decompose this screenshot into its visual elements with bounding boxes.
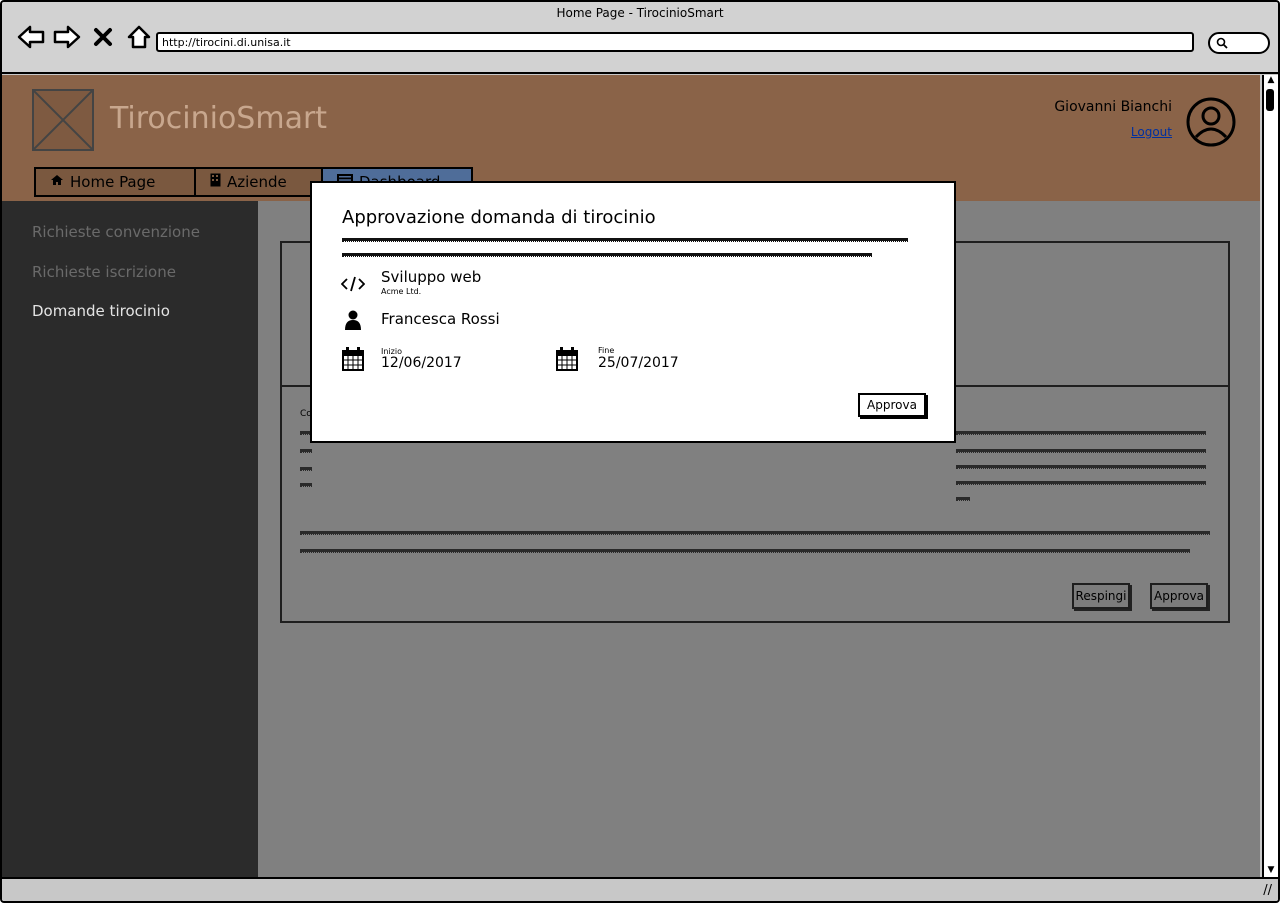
scroll-up-icon[interactable]: ▲ [1264, 75, 1278, 87]
calendar-icon [554, 346, 580, 372]
placeholder-text [300, 449, 312, 453]
placeholder-text [300, 467, 312, 471]
approve-button[interactable]: Approva [1150, 583, 1208, 609]
placeholder-text [956, 481, 1206, 485]
vertical-scrollbar[interactable]: ▲ ▼ [1262, 75, 1278, 877]
tab-label: Home Page [70, 173, 156, 191]
browser-window: Home Page - TirocinioSmart http://tiroci… [0, 0, 1280, 903]
status-bar: // [2, 877, 1278, 901]
tab-aziende[interactable]: Aziende [194, 167, 321, 197]
close-icon[interactable] [88, 24, 118, 50]
window-title: Home Page - TirocinioSmart [556, 6, 724, 20]
placeholder-text [300, 483, 312, 487]
resize-grip-icon[interactable]: // [1263, 883, 1272, 898]
placeholder-text [956, 497, 970, 501]
tab-home-page[interactable]: Home Page [34, 167, 194, 197]
logo-placeholder-image [32, 89, 94, 151]
student-name: Francesca Rossi [381, 310, 500, 328]
modal-title: Approvazione domanda di tirocinio [342, 207, 656, 228]
placeholder-text [342, 253, 872, 257]
tab-label: Aziende [227, 173, 287, 191]
building-icon [210, 173, 221, 191]
url-input[interactable]: http://tirocini.di.unisa.it [156, 32, 1194, 52]
placeholder-text [956, 431, 1206, 435]
home-icon [50, 174, 64, 190]
logout-link[interactable]: Logout [1102, 125, 1172, 139]
end-label: Fine [598, 346, 615, 355]
user-name: Giovanni Bianchi [1054, 99, 1172, 115]
browser-titlebar: Home Page - TirocinioSmart http://tiroci… [2, 2, 1278, 74]
browser-search-input[interactable] [1208, 32, 1270, 54]
company-name: Acme Ltd. [381, 287, 422, 296]
app-title: TirocinioSmart [110, 101, 328, 136]
sidebar-item-richieste-convenzione[interactable]: Richieste convenzione [32, 223, 200, 241]
browser-nav [16, 24, 154, 50]
back-arrow-icon[interactable] [16, 24, 46, 50]
placeholder-text [300, 531, 1210, 535]
start-date: 12/06/2017 [381, 355, 462, 371]
placeholder-text [342, 238, 908, 242]
project-name: Sviluppo web [381, 268, 482, 286]
code-icon [340, 271, 366, 297]
sidebar: Richieste convenzione Richieste iscrizio… [2, 201, 258, 877]
user-avatar-icon[interactable] [1186, 97, 1236, 147]
placeholder-text [956, 449, 1206, 453]
home-icon[interactable] [124, 24, 154, 50]
placeholder-text [956, 465, 1206, 469]
forward-arrow-icon[interactable] [52, 24, 82, 50]
sidebar-item-domande-tirocinio[interactable]: Domande tirocinio [32, 302, 170, 320]
placeholder-text [300, 549, 1190, 553]
search-icon [1216, 37, 1228, 52]
scrollbar-thumb[interactable] [1266, 89, 1274, 111]
user-icon [340, 307, 366, 333]
modal-approve-button[interactable]: Approva [858, 393, 926, 417]
reject-button[interactable]: Respingi [1072, 583, 1130, 609]
approval-modal: Approvazione domanda di tirocinio Svilup… [310, 181, 956, 443]
end-date: 25/07/2017 [598, 355, 679, 371]
calendar-icon [340, 346, 366, 372]
scroll-down-icon[interactable]: ▼ [1264, 865, 1278, 877]
sidebar-item-richieste-iscrizione[interactable]: Richieste iscrizione [32, 263, 176, 281]
